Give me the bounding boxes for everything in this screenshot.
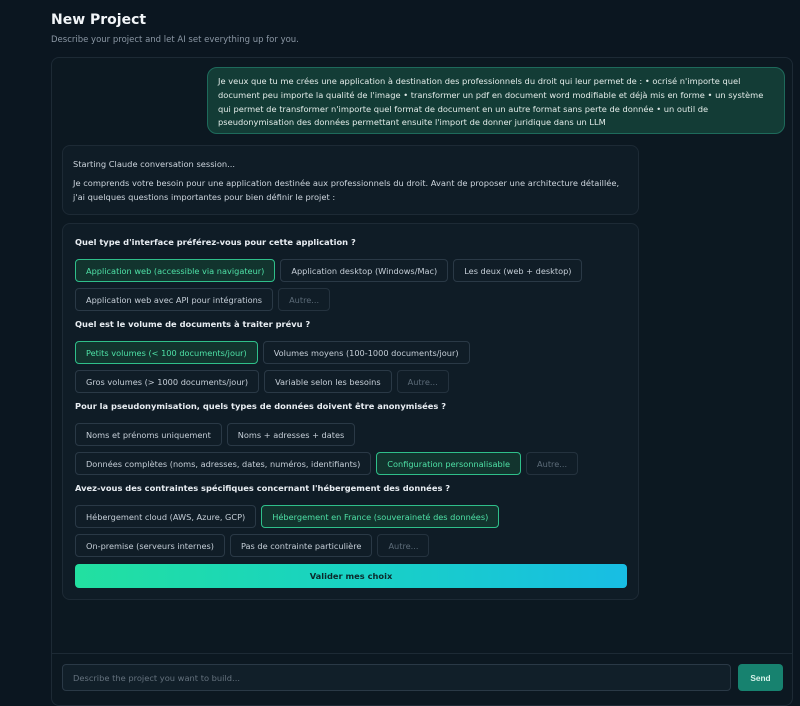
option-chip[interactable]: Données complètes (noms, adresses, dates… (75, 452, 372, 475)
option-chip[interactable]: On-premise (serveurs internes) (75, 534, 225, 557)
page-title: New Project (51, 12, 147, 28)
other-option-chip[interactable]: Autre... (278, 288, 331, 311)
option-chip[interactable]: Gros volumes (> 1000 documents/jour) (75, 370, 260, 393)
option-chip[interactable]: Petits volumes (< 100 documents/jour) (75, 341, 258, 364)
composer: Send (52, 653, 792, 705)
chat-panel: Je veux que tu me crées une application … (51, 57, 793, 706)
question-label: Quel type d'interface préférez-vous pour… (75, 237, 356, 247)
question-label: Avez-vous des contraintes spécifiques co… (75, 483, 451, 493)
questions-card: Quel type d'interface préférez-vous pour… (62, 223, 639, 600)
option-chip[interactable]: Hébergement en France (souveraineté des … (261, 505, 500, 528)
question-pseudonymisation: Pour la pseudonymisation, quels types de… (75, 401, 579, 475)
page-header: New Project Describe your project and le… (51, 12, 299, 45)
assistant-message: Starting Claude conversation session... … (62, 145, 639, 215)
other-option-chip[interactable]: Autre... (396, 370, 449, 393)
validate-choices-button[interactable]: Valider mes choix (75, 564, 627, 588)
option-chip[interactable]: Application desktop (Windows/Mac) (280, 259, 449, 282)
option-chip[interactable]: Configuration personnalisable (376, 452, 522, 475)
send-button[interactable]: Send (738, 664, 783, 691)
page-subtitle: Describe your project and let AI set eve… (51, 35, 299, 45)
option-chip[interactable]: Variable selon les besoins (264, 370, 392, 393)
option-chip[interactable]: Volumes moyens (100-1000 documents/jour) (262, 341, 470, 364)
option-chip[interactable]: Les deux (web + desktop) (453, 259, 583, 282)
session-status: Starting Claude conversation session... (73, 159, 236, 169)
question-interface: Quel type d'interface préférez-vous pour… (75, 237, 583, 311)
other-option-chip[interactable]: Autre... (377, 534, 430, 557)
question-hosting: Avez-vous des contraintes spécifiques co… (75, 483, 500, 557)
option-chip[interactable]: Pas de contrainte particulière (229, 534, 373, 557)
assistant-text: Je comprends votre besoin pour une appli… (73, 178, 620, 202)
project-description-input[interactable] (62, 664, 731, 691)
option-chip[interactable]: Application web avec API pour intégratio… (75, 288, 274, 311)
question-label: Pour la pseudonymisation, quels types de… (75, 401, 447, 411)
other-option-chip[interactable]: Autre... (526, 452, 579, 475)
option-chip[interactable]: Application web (accessible via navigate… (75, 259, 276, 282)
option-chip[interactable]: Noms et prénoms uniquement (75, 423, 222, 446)
option-chip[interactable]: Noms + adresses + dates (226, 423, 356, 446)
question-volume: Quel est le volume de documents à traite… (75, 319, 470, 393)
question-label: Quel est le volume de documents à traite… (75, 319, 311, 329)
user-message: Je veux que tu me crées une application … (207, 67, 785, 134)
option-chip[interactable]: Hébergement cloud (AWS, Azure, GCP) (75, 505, 257, 528)
